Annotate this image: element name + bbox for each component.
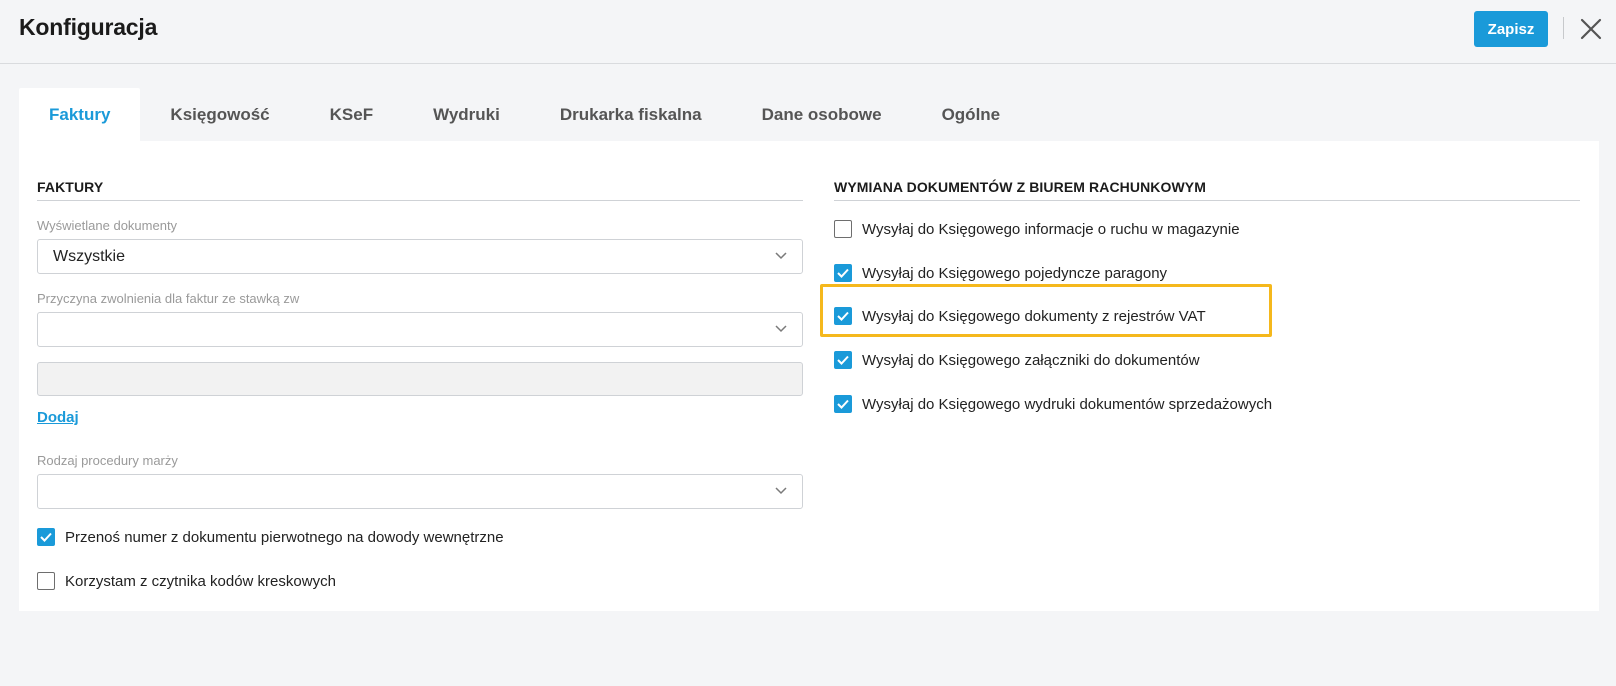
page-title: Konfiguracja xyxy=(19,14,158,40)
displayed-docs-label: Wyświetlane dokumenty xyxy=(37,218,178,233)
tab-bar: Faktury Księgowość KSeF Wydruki Drukarka… xyxy=(19,88,1030,141)
vat-register-label: Wysyłaj do Księgowego dokumenty z rejest… xyxy=(862,307,1206,325)
barcode-reader-label: Korzystam z czytnika kodów kreskowych xyxy=(65,572,336,590)
warehouse-movement-label: Wysyłaj do Księgowego informacje o ruchu… xyxy=(862,220,1240,238)
sales-printouts-checkbox[interactable] xyxy=(834,395,852,413)
invoices-section-title: FAKTURY xyxy=(37,179,803,201)
settings-panel: FAKTURY Wyświetlane dokumenty Wszystkie … xyxy=(19,141,1599,611)
accounting-exchange-section: WYMIANA DOKUMENTÓW Z BIUREM RACHUNKOWYM … xyxy=(834,179,1580,414)
exemption-reason-text xyxy=(37,362,803,396)
tab-ogolne[interactable]: Ogólne xyxy=(912,88,1031,141)
invoices-section: FAKTURY Wyświetlane dokumenty Wszystkie … xyxy=(37,179,803,591)
save-button[interactable]: Zapisz xyxy=(1474,11,1548,47)
transfer-number-checkbox-row[interactable]: Przenoś numer z dokumentu pierwotnego na… xyxy=(37,527,803,547)
add-link[interactable]: Dodaj xyxy=(37,409,79,426)
sales-printouts-label: Wysyłaj do Księgowego wydruki dokumentów… xyxy=(862,395,1273,413)
vat-register-checkbox-row[interactable]: Wysyłaj do Księgowego dokumenty z rejest… xyxy=(834,306,1580,326)
header-divider xyxy=(1563,17,1564,39)
margin-procedure-select[interactable] xyxy=(37,474,803,509)
transfer-number-checkbox[interactable] xyxy=(37,528,55,546)
attachments-checkbox[interactable] xyxy=(834,351,852,369)
warehouse-movement-checkbox-row[interactable]: Wysyłaj do Księgowego informacje o ruchu… xyxy=(834,219,1580,239)
check-icon xyxy=(40,532,52,542)
check-icon xyxy=(837,399,849,409)
tab-faktury[interactable]: Faktury xyxy=(19,88,141,141)
chevron-down-icon xyxy=(775,487,787,495)
barcode-reader-checkbox[interactable] xyxy=(37,572,55,590)
attachments-checkbox-row[interactable]: Wysyłaj do Księgowego załączniki do doku… xyxy=(834,350,1580,370)
displayed-docs-value: Wszystkie xyxy=(53,247,125,265)
tab-ksiegowosc[interactable]: Księgowość xyxy=(140,88,299,141)
transfer-number-label: Przenoś numer z dokumentu pierwotnego na… xyxy=(65,528,504,546)
tab-wydruki[interactable]: Wydruki xyxy=(403,88,530,141)
tab-ksef[interactable]: KSeF xyxy=(300,88,403,141)
check-icon xyxy=(837,355,849,365)
warehouse-movement-checkbox[interactable] xyxy=(834,220,852,238)
tab-dane-osobowe[interactable]: Dane osobowe xyxy=(732,88,912,141)
chevron-down-icon xyxy=(775,252,787,260)
single-receipts-label: Wysyłaj do Księgowego pojedyncze paragon… xyxy=(862,264,1168,282)
tab-drukarka-fiskalna[interactable]: Drukarka fiskalna xyxy=(530,88,732,141)
barcode-reader-checkbox-row[interactable]: Korzystam z czytnika kodów kreskowych xyxy=(37,571,803,591)
check-icon xyxy=(837,268,849,278)
sales-printouts-checkbox-row[interactable]: Wysyłaj do Księgowego wydruki dokumentów… xyxy=(834,394,1580,414)
single-receipts-checkbox[interactable] xyxy=(834,264,852,282)
vat-register-checkbox[interactable] xyxy=(834,307,852,325)
margin-procedure-label: Rodzaj procedury marży xyxy=(37,453,178,468)
accounting-exchange-title: WYMIANA DOKUMENTÓW Z BIUREM RACHUNKOWYM xyxy=(834,179,1580,201)
check-icon xyxy=(837,311,849,321)
single-receipts-checkbox-row[interactable]: Wysyłaj do Księgowego pojedyncze paragon… xyxy=(834,263,1580,283)
exemption-reason-label: Przyczyna zwolnienia dla faktur ze stawk… xyxy=(37,291,300,306)
header-bar: Konfiguracja Zapisz xyxy=(0,0,1616,64)
exemption-reason-select[interactable] xyxy=(37,312,803,347)
displayed-docs-select[interactable]: Wszystkie xyxy=(37,239,803,274)
close-icon[interactable] xyxy=(1580,18,1602,40)
chevron-down-icon xyxy=(775,325,787,333)
attachments-label: Wysyłaj do Księgowego załączniki do doku… xyxy=(862,351,1200,369)
